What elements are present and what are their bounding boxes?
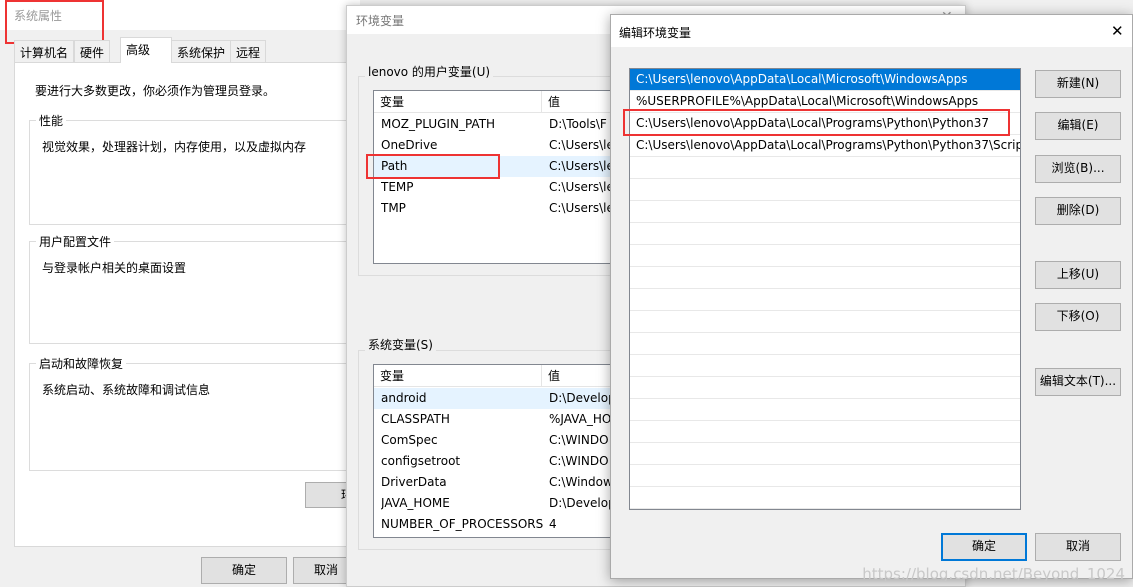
cancel-button[interactable]: 取消 [1035,533,1121,561]
user-vars-group-title: lenovo 的用户变量(U) [365,63,494,80]
delete-button[interactable]: 删除(D) [1035,197,1121,225]
var-value: 4 [549,517,557,531]
sys-var-row[interactable]: configsetroot C:\WINDO [374,451,633,472]
path-highlight-box [366,154,500,179]
path-entry-empty[interactable] [630,399,1020,421]
close-icon[interactable]: ✕ [1111,22,1124,40]
var-value: D:\Develop [549,391,616,405]
sys-var-row[interactable]: NUMBER_OF_PROCESSORS 4 [374,514,633,535]
move-down-button[interactable]: 下移(O) [1035,303,1121,331]
var-name: NUMBER_OF_PROCESSORS [381,517,544,531]
sys-var-row[interactable]: CLASSPATH %JAVA_HO [374,409,633,430]
var-value: C:\Users\le [549,180,614,194]
user-var-row[interactable]: MOZ_PLUGIN_PATH D:\Tools\F [374,114,633,135]
tab-computer-name[interactable]: 计算机名 [14,40,75,62]
var-name: JAVA_HOME [381,496,450,510]
browse-button[interactable]: 浏览(B)... [1035,155,1121,183]
system-properties-window: 系统属性 计算机名 硬件 高级 系统保护 远程 要进行大多数更改，你必须作为管理… [0,0,369,587]
var-name: MOZ_PLUGIN_PATH [381,117,496,131]
system-vars-group-title: 系统变量(S) [365,336,436,353]
python-path-highlight-box [623,109,1010,136]
path-entry-empty[interactable] [630,179,1020,201]
sys-var-row[interactable]: JAVA_HOME D:\Develop [374,493,633,514]
path-entry-empty[interactable] [630,311,1020,333]
var-value: C:\WINDO [549,454,609,468]
new-button[interactable]: 新建(N) [1035,70,1121,98]
path-entry-empty[interactable] [630,289,1020,311]
path-entry-empty[interactable] [630,267,1020,289]
tab-system-protection[interactable]: 系统保护 [171,40,232,62]
path-entry-empty[interactable] [630,157,1020,179]
path-entry-empty[interactable] [630,377,1020,399]
path-entry-empty[interactable] [630,487,1020,509]
var-name: DriverData [381,475,447,489]
startup-recovery-desc: 系统启动、系统故障和调试信息 [42,383,211,397]
edit-environment-variable-dialog: 编辑环境变量 ✕ C:\Users\lenovo\AppData\Local\M… [610,14,1133,579]
col-variable-header[interactable]: 变量 [374,365,542,387]
var-value: C:\Users\le [549,138,614,152]
user-vars-header: 变量 值 [374,91,633,113]
user-var-row[interactable]: TMP C:\Users\le [374,198,633,219]
path-entry-empty[interactable] [630,245,1020,267]
sys-ok-button[interactable]: 确定 [201,557,287,584]
sys-var-row-selected[interactable]: android D:\Develop [374,388,633,409]
path-entry-empty[interactable] [630,201,1020,223]
edit-button[interactable]: 编辑(E) [1035,112,1121,140]
advanced-tab-panel: 要进行大多数更改，你必须作为管理员登录。 性能 视觉效果，处理器计划，内存使用，… [14,62,369,547]
tab-advanced[interactable]: 高级 [120,37,172,63]
var-name: CLASSPATH [381,412,450,426]
performance-group [29,120,369,225]
edit-dialog-title: 编辑环境变量 [619,26,692,40]
col-variable-header[interactable]: 变量 [374,91,542,113]
user-var-row[interactable]: OneDrive C:\Users\le [374,135,633,156]
sys-var-row[interactable]: DriverData C:\Window [374,472,633,493]
performance-group-title: 性能 [36,112,67,129]
path-entry-selected[interactable]: C:\Users\lenovo\AppData\Local\Microsoft\… [630,69,1020,91]
path-entry-empty[interactable] [630,443,1020,465]
var-value: C:\Window [549,475,613,489]
user-profile-desc: 与登录帐户相关的桌面设置 [42,261,187,275]
var-name: configsetroot [381,454,461,468]
var-name: TEMP [381,180,414,194]
var-name: TMP [381,201,406,215]
path-entry-empty[interactable] [630,355,1020,377]
user-profile-group-title: 用户配置文件 [36,233,115,250]
startup-recovery-group-title: 启动和故障恢复 [36,355,127,372]
user-profile-group [29,241,369,344]
system-vars-header: 变量 值 [374,365,633,387]
path-entry[interactable]: C:\Users\lenovo\AppData\Local\Programs\P… [630,135,1020,157]
performance-desc: 视觉效果，处理器计划，内存使用，以及虚拟内存 [42,140,307,154]
var-value: C:\WINDO [549,433,609,447]
path-entry-empty[interactable] [630,465,1020,487]
system-properties-title: 系统属性 [14,9,63,23]
tab-hardware[interactable]: 硬件 [74,40,111,62]
var-value: C:\Users\le [549,201,614,215]
var-value: D:\Develop [549,496,616,510]
tab-remote[interactable]: 远程 [230,40,267,62]
var-value: C:\Users\le [549,159,614,173]
sys-var-row[interactable]: ComSpec C:\WINDO [374,430,633,451]
path-entry-empty[interactable] [630,223,1020,245]
ok-button[interactable]: 确定 [941,533,1027,561]
user-var-row[interactable]: TEMP C:\Users\le [374,177,633,198]
startup-recovery-group [29,363,369,471]
var-value: D:\Tools\F [549,117,607,131]
system-vars-list[interactable]: 变量 值 android D:\Develop CLASSPATH %JAVA_… [373,364,633,538]
move-up-button[interactable]: 上移(U) [1035,261,1121,289]
edit-text-button[interactable]: 编辑文本(T)... [1035,368,1121,396]
env-title: 环境变量 [356,14,405,28]
watermark: https://blog.csdn.net/Beyond_1024 [862,565,1125,583]
path-entry-empty[interactable] [630,333,1020,355]
var-name: ComSpec [381,433,438,447]
var-name: OneDrive [381,138,438,152]
var-name: android [381,391,427,405]
path-entry-empty[interactable] [630,421,1020,443]
var-value: %JAVA_HO [549,412,612,426]
admin-note: 要进行大多数更改，你必须作为管理员登录。 [35,84,276,98]
